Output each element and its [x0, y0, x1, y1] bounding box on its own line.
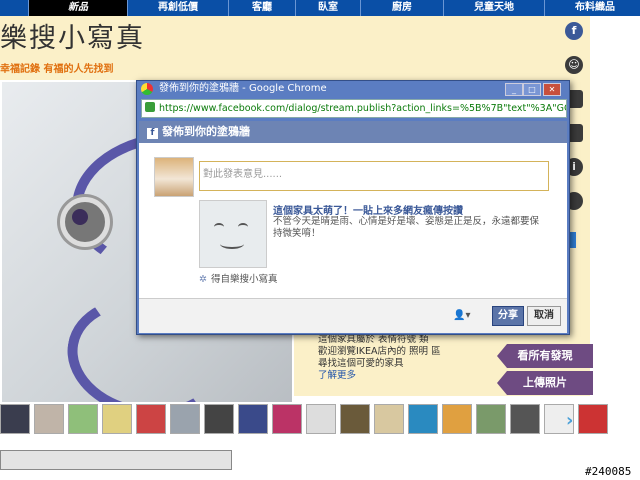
- horizontal-scrollbar[interactable]: [0, 450, 232, 470]
- address-url: https://www.facebook.com/dialog/stream.p…: [159, 103, 566, 114]
- site-tagline: 幸福記錄 有福的人先找到: [0, 64, 114, 75]
- lock-icon: [145, 102, 155, 112]
- nav-item-lowprice[interactable]: 再創低價: [127, 0, 228, 16]
- info-find: 尋找這個可愛的家具: [318, 358, 404, 369]
- thumbnail[interactable]: [34, 404, 64, 434]
- attachment-source-label: 得自樂搜小寫真: [210, 274, 278, 285]
- gear-icon: ✲: [199, 274, 207, 285]
- photo-info-text: 這個家具屬於 表情符號 類 歡迎瀏覽IKEA店內的 照明 區 尋找這個可愛的家具…: [318, 334, 488, 382]
- thumbnail[interactable]: [0, 404, 30, 434]
- thumbnail[interactable]: [476, 404, 506, 434]
- close-button[interactable]: ✕: [543, 83, 561, 96]
- attachment-source: ✲ 得自樂搜小寫真: [199, 271, 277, 285]
- thumbnail[interactable]: [510, 404, 540, 434]
- window-title: 發佈到你的塗鴉牆 - Google Chrome: [159, 83, 327, 94]
- view-all-button[interactable]: 看所有發現: [497, 344, 593, 368]
- cancel-button[interactable]: 取消: [527, 306, 561, 326]
- nav-item-kids[interactable]: 兒童天地: [443, 0, 544, 16]
- thumbnail[interactable]: [578, 404, 608, 434]
- thumbnail[interactable]: [272, 404, 302, 434]
- thumb-eye: [238, 223, 248, 231]
- fb-dialog-footer: 👤▾ 分享 取消: [139, 298, 567, 333]
- fb-dialog-header: f 發佈到你的塗鴉牆: [139, 121, 567, 143]
- learn-more-link[interactable]: 了解更多: [318, 370, 488, 382]
- top-nav: 新品 再創低價 客廳 臥室 廚房 兒童天地 布料織品: [0, 0, 640, 16]
- thumbnail[interactable]: [238, 404, 268, 434]
- minimize-button[interactable]: _: [505, 83, 523, 96]
- comment-input[interactable]: 對此發表意見......: [199, 161, 549, 191]
- info-category: 這個家具屬於 表情符號 類: [318, 334, 429, 345]
- watermark-id: #240085: [585, 465, 632, 478]
- fb-dialog-title: 發佈到你的塗鴉牆: [162, 125, 250, 138]
- facebook-logo-icon: f: [147, 128, 158, 139]
- nav-item-new[interactable]: 新品: [28, 0, 127, 16]
- thumbnail[interactable]: [68, 404, 98, 434]
- thumbnail[interactable]: [374, 404, 404, 434]
- nav-item-kitchen[interactable]: 廚房: [360, 0, 443, 16]
- thumbnail[interactable]: [204, 404, 234, 434]
- nav-item-textiles[interactable]: 布料織品: [544, 0, 640, 16]
- maximize-button[interactable]: □: [523, 83, 541, 96]
- side-accent: [570, 232, 576, 248]
- nav-item-livingroom[interactable]: 客廳: [228, 0, 295, 16]
- upload-photo-button[interactable]: 上傳照片: [497, 371, 593, 395]
- share-dialog-window: 發佈到你的塗鴉牆 - Google Chrome _ □ ✕ https://w…: [136, 80, 570, 335]
- smiley-icon[interactable]: ☺: [565, 56, 583, 74]
- address-bar[interactable]: https://www.facebook.com/dialog/stream.p…: [141, 99, 567, 118]
- thumbnail[interactable]: [442, 404, 472, 434]
- thumbnail[interactable]: [340, 404, 370, 434]
- chrome-icon: [141, 83, 153, 95]
- thumbnail[interactable]: [408, 404, 438, 434]
- photo-drain-center: [72, 209, 88, 225]
- nav-item-bedroom[interactable]: 臥室: [295, 0, 360, 16]
- thumbnail[interactable]: [306, 404, 336, 434]
- site-title: 樂搜小寫真: [0, 23, 145, 54]
- attachment-title[interactable]: 這個家具太萌了！一貼上來多網友瘋傳按讚: [273, 202, 463, 217]
- thumbnail[interactable]: [136, 404, 166, 434]
- avatar: [154, 157, 194, 197]
- thumbnail[interactable]: [170, 404, 200, 434]
- thumbnail-strip: [0, 404, 608, 438]
- thumbnail[interactable]: [102, 404, 132, 434]
- attachment-thumbnail[interactable]: [199, 200, 267, 268]
- fb-dialog-body: 對此發表意見...... 這個家具太萌了！一貼上來多網友瘋傳按讚 不管今天是晴是…: [139, 143, 567, 298]
- window-titlebar[interactable]: 發佈到你的塗鴉牆 - Google Chrome _ □ ✕: [137, 81, 569, 97]
- thumb-mouth: [220, 239, 244, 249]
- chevron-right-icon[interactable]: ›: [566, 410, 573, 431]
- thumb-eye: [214, 223, 224, 231]
- privacy-selector[interactable]: 👤▾: [453, 310, 470, 321]
- share-button[interactable]: 分享: [492, 306, 524, 326]
- info-area: 歡迎瀏覽IKEA店內的 照明 區: [318, 346, 441, 357]
- attachment-description: 不管今天是晴是雨、心情是好是壞、姿態是正是反，永遠都要保持微笑唷！: [273, 216, 540, 239]
- facebook-icon[interactable]: f: [565, 22, 583, 40]
